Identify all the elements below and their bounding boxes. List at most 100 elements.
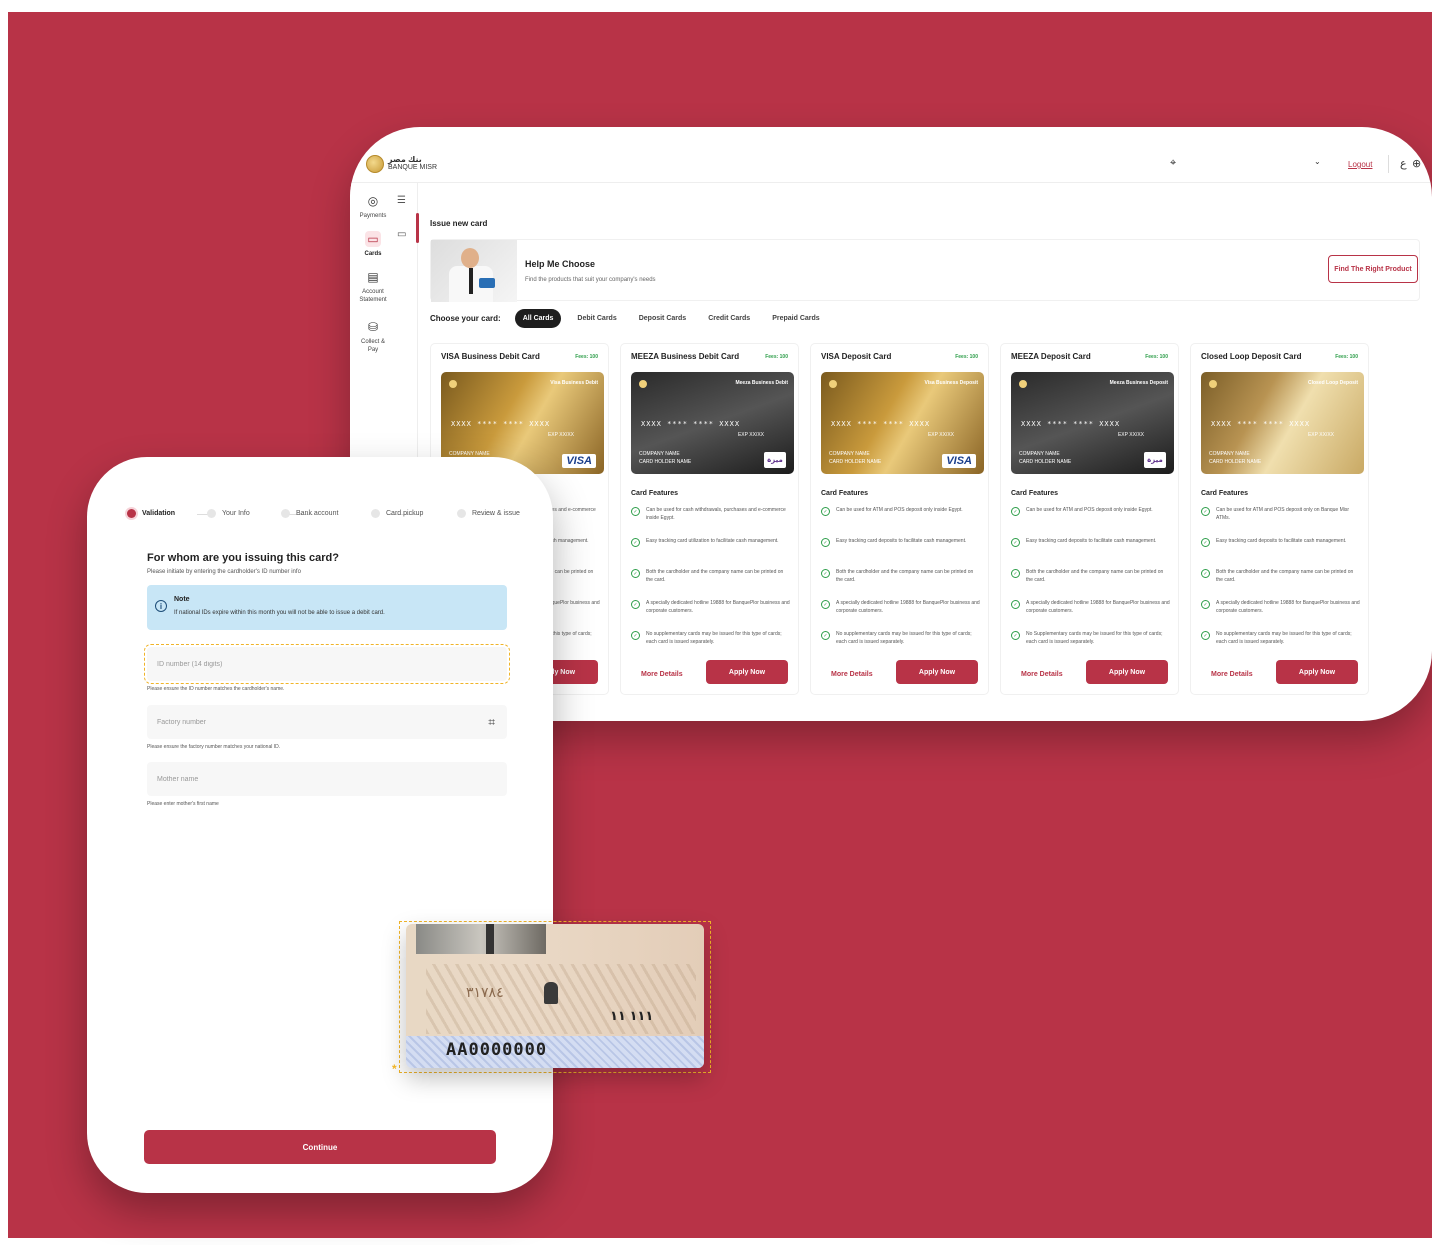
sidebar-item-cards[interactable]: ▭ Cards [350, 231, 396, 258]
find-right-product-button[interactable]: Find The Right Product [1328, 255, 1418, 283]
feature-item: ✓ No Supplementary cards may be issued fo… [1011, 630, 1171, 661]
id-arabic-number: ١١١ ١١ [610, 1008, 654, 1023]
help-photo [431, 240, 517, 302]
feature-item: ✓ No supplementary cards may be issued fo… [631, 630, 791, 661]
step-validation[interactable]: Validation [127, 509, 175, 518]
card-title: VISA Deposit Card [821, 352, 892, 361]
product-card: Closed Loop Deposit Card Fees: 100 Close… [1190, 343, 1369, 695]
more-details-link[interactable]: More Details [1211, 671, 1253, 678]
mother-name-field[interactable] [147, 762, 507, 796]
check-circle-icon: ✓ [1011, 507, 1020, 516]
scan-icon[interactable]: ⌗ [488, 715, 495, 730]
check-circle-icon: ✓ [631, 600, 640, 609]
apply-now-button[interactable]: Apply Now [1086, 660, 1168, 684]
id-photo [416, 924, 546, 954]
step-card-pickup[interactable]: Card pickup [371, 509, 423, 518]
card-image: Closed Loop Deposit XXXX **** **** XXXX … [1201, 372, 1364, 474]
card-image-number: XXXX **** **** XXXX [641, 420, 741, 428]
check-circle-icon: ✓ [631, 507, 640, 516]
check-circle-icon: ✓ [821, 631, 830, 640]
factory-number-input[interactable] [157, 718, 457, 726]
factory-number-field[interactable]: ⌗ [147, 705, 507, 739]
step-bank-account[interactable]: Bank account [281, 509, 338, 518]
feature-text: Easy tracking card utilization to facili… [646, 538, 779, 544]
feature-text: A specially dedicated hotline 19888 for … [646, 600, 790, 614]
card-image-name: Meeza Business Debit [735, 380, 788, 386]
feature-text: Both the cardholder and the company name… [836, 569, 974, 583]
filter-deposit-cards[interactable]: Deposit Cards [633, 310, 692, 327]
card-image-name: Visa Business Deposit [924, 380, 978, 386]
feature-text: Can be used for ATM and POS deposit only… [1216, 507, 1350, 521]
filter-all-cards[interactable]: All Cards [514, 309, 562, 328]
apply-now-button[interactable]: Apply Now [1276, 660, 1358, 684]
form-title: For whom are you issuing this card? [147, 552, 339, 564]
feature-item: ✓ Can be used for ATM and POS deposit onl… [821, 506, 981, 537]
chevron-down-icon[interactable]: ⌄ [1314, 157, 1321, 166]
meeza-logo: ميزة [1144, 452, 1166, 468]
sidebar-item-collect-pay[interactable]: ⛁ Collect & Pay [350, 319, 396, 354]
more-details-link[interactable]: More Details [1021, 671, 1063, 678]
continue-button[interactable]: Continue [144, 1130, 496, 1164]
bank-logo-icon [366, 155, 384, 173]
card-image-company: COMPANY NAME [1209, 451, 1250, 457]
apply-now-button[interactable]: Apply Now [896, 660, 978, 684]
step-label: Bank account [296, 510, 339, 517]
sidebar-item-account-statement[interactable]: ▤ Account Statement [350, 269, 396, 304]
active-indicator [416, 213, 419, 243]
note-text: If national IDs expire within this month… [174, 610, 385, 616]
id-number-input[interactable] [157, 660, 457, 668]
card-sub-icon[interactable]: ▭ [397, 229, 406, 240]
check-circle-icon: ✓ [631, 569, 640, 578]
filter-debit-cards[interactable]: Debit Cards [571, 310, 622, 327]
filter-prepaid-cards[interactable]: Prepaid Cards [766, 310, 825, 327]
meeza-logo: ميزة [764, 452, 786, 468]
card-image-holder: CARD HOLDER NAME [639, 459, 692, 465]
bank-logo-icon [1209, 380, 1217, 388]
form-subtitle: Please initiate by entering the cardhold… [147, 569, 301, 575]
id-number-field[interactable] [144, 644, 510, 684]
mother-name-input[interactable] [157, 775, 457, 783]
feature-item: ✓ Can be used for cash withdrawals, purch… [631, 506, 791, 537]
apply-now-button[interactable]: Apply Now [706, 660, 788, 684]
card-fees: Fees: 100 [1335, 354, 1358, 360]
feature-text: Can be used for ATM and POS deposit only… [1026, 507, 1153, 513]
check-circle-icon: ✓ [821, 538, 830, 547]
sidebar-item-label: Account Statement [359, 289, 387, 303]
check-circle-icon: ✓ [1201, 569, 1210, 578]
feature-item: ✓ Both the cardholder and the company nam… [631, 568, 791, 599]
feature-text: No supplementary cards may be issued for… [836, 631, 972, 645]
pin-icon[interactable]: ⌖ [1170, 157, 1176, 170]
sidebar-item-label: Cards [364, 251, 382, 257]
menu-icon[interactable]: ☰ [397, 195, 406, 206]
filter-credit-cards[interactable]: Credit Cards [702, 310, 756, 327]
card-features-title: Card Features [821, 490, 869, 497]
card-fees: Fees: 100 [1145, 354, 1168, 360]
card-image-company: COMPANY NAME [829, 451, 870, 457]
feature-item: ✓ Both the cardholder and the company nam… [821, 568, 981, 599]
product-card: MEEZA Deposit Card Fees: 100 Meeza Busin… [1000, 343, 1179, 695]
more-details-link[interactable]: More Details [831, 671, 873, 678]
feature-list: ✓ Can be used for cash withdrawals, purch… [631, 506, 791, 661]
check-circle-icon: ✓ [1201, 600, 1210, 609]
language-toggle[interactable]: ع [1400, 157, 1407, 170]
feature-text: Easy tracking card deposits to facilitat… [1216, 538, 1347, 544]
note-box: i Note If national IDs expire within thi… [147, 585, 507, 630]
step-review-issue[interactable]: Review & issue [457, 509, 520, 518]
feature-text: No supplementary cards may be issued for… [1216, 631, 1352, 645]
step-your-info[interactable]: Your Info [207, 509, 250, 518]
statement-icon: ▤ [367, 270, 379, 284]
more-details-link[interactable]: More Details [641, 671, 683, 678]
bank-logo[interactable]: بنك مصر BANQUE MISR [366, 155, 437, 173]
card-image-company: COMPANY NAME [1019, 451, 1060, 457]
card-image-company: COMPANY NAME [639, 451, 680, 457]
sidebar-item-payments[interactable]: ◎ Payments [350, 193, 396, 220]
logout-link[interactable]: Logout [1348, 160, 1372, 169]
card-image-number: XXXX **** **** XXXX [1021, 420, 1121, 428]
step-dot [457, 509, 466, 518]
feature-item: ✓ No supplementary cards may be issued fo… [1201, 630, 1361, 661]
step-dot [371, 509, 380, 518]
globe-icon[interactable]: ⊕ [1412, 157, 1421, 170]
card-title: VISA Business Debit Card [441, 352, 540, 361]
feature-text: A specially dedicated hotline 19888 for … [836, 600, 980, 614]
id-card-highlight: ٣١٧٨٤ ١١١ ١١ AA0000000 * [392, 921, 711, 1076]
